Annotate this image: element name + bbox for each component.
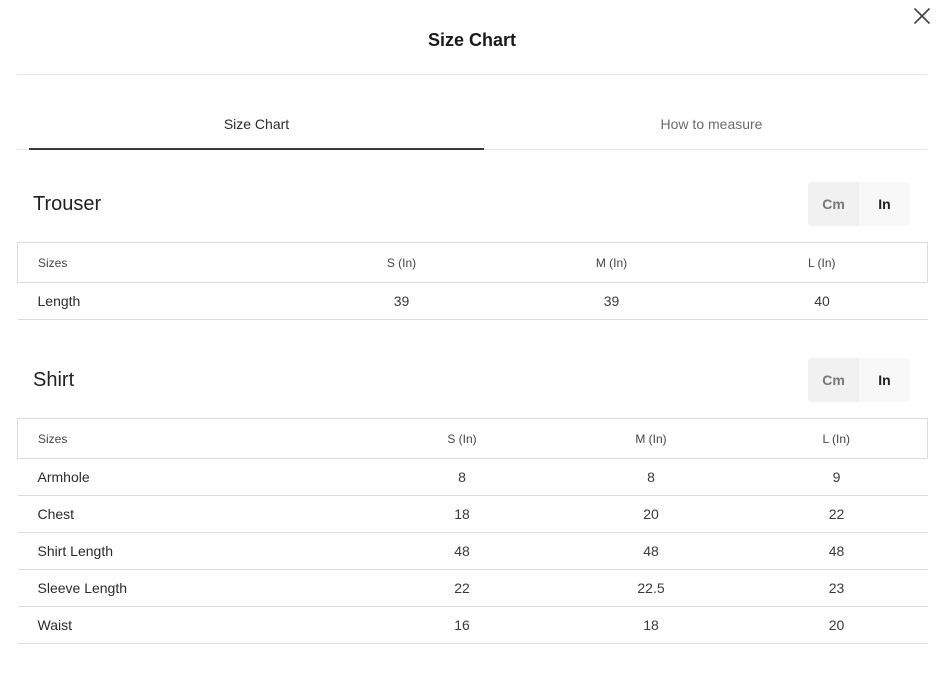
tab-bar: Size Chart How to measure (17, 100, 927, 150)
trouser-title: Trouser (33, 193, 102, 215)
column-header: L (In) (716, 242, 928, 283)
shirt-unit-in-button[interactable]: In (859, 358, 910, 402)
shirt-size-table: Sizes S (In) M (In) L (In) Armhole 8 8 9… (17, 418, 928, 644)
column-header: Sizes (17, 418, 368, 459)
close-icon (913, 7, 931, 25)
table-cell: 48 (556, 532, 746, 570)
table-cell: 40 (716, 282, 928, 320)
table-cell: 22 (745, 495, 928, 533)
shirt-section: Shirt Cm In Sizes S (In) M (In) L (In) A… (17, 358, 928, 658)
modal-title: Size Chart (427, 30, 517, 50)
row-label: Sleeve Length (17, 569, 368, 607)
trouser-unit-cm-button[interactable]: Cm (808, 182, 859, 226)
trouser-unit-in-button[interactable]: In (859, 182, 910, 226)
size-chart-modal: Size Chart Size Chart How to measure Tro… (0, 0, 944, 700)
row-label: Armhole (17, 458, 368, 496)
table-cell: 48 (745, 532, 928, 570)
trouser-size-table: Sizes S (In) M (In) L (In) Length 39 39 … (17, 242, 928, 320)
column-header: Sizes (17, 242, 297, 283)
table-cell: 39 (296, 282, 507, 320)
table-cell: 8 (367, 458, 557, 496)
column-header: L (In) (745, 418, 928, 459)
table-row: Waist 16 18 20 (17, 606, 928, 644)
tab-how-to-measure[interactable]: How to measure (484, 100, 939, 149)
column-header: M (In) (556, 418, 746, 459)
tab-size-chart[interactable]: Size Chart (29, 100, 484, 150)
table-cell: 9 (745, 458, 928, 496)
header-divider (17, 74, 927, 75)
table-row: Shirt Length 48 48 48 (17, 532, 928, 570)
table-cell: 8 (556, 458, 746, 496)
table-cell: 18 (367, 495, 557, 533)
table-cell: 20 (556, 495, 746, 533)
table-row: Armhole 8 8 9 (17, 458, 928, 496)
table-cell: 20 (745, 606, 928, 644)
column-header: S (In) (296, 242, 507, 283)
table-cell: 22.5 (556, 569, 746, 607)
trouser-section: Trouser Cm In Sizes S (In) M (In) L (In)… (17, 182, 928, 322)
table-cell: 22 (367, 569, 557, 607)
table-row: Length 39 39 40 (17, 282, 928, 320)
row-label: Waist (17, 606, 368, 644)
shirt-unit-cm-button[interactable]: Cm (808, 358, 859, 402)
table-header-row: Sizes S (In) M (In) L (In) (17, 242, 928, 283)
table-row: Sleeve Length 22 22.5 23 (17, 569, 928, 607)
table-header-row: Sizes S (In) M (In) L (In) (17, 418, 928, 459)
table-cell: 48 (367, 532, 557, 570)
column-header: M (In) (506, 242, 717, 283)
trouser-unit-toggle: Cm In (808, 182, 910, 226)
table-cell: 18 (556, 606, 746, 644)
table-cell: 16 (367, 606, 557, 644)
shirt-unit-toggle: Cm In (808, 358, 910, 402)
shirt-title: Shirt (33, 369, 75, 391)
row-label: Chest (17, 495, 368, 533)
column-header: S (In) (367, 418, 557, 459)
row-label: Length (17, 282, 297, 320)
table-cell: 23 (745, 569, 928, 607)
table-row: Chest 18 20 22 (17, 495, 928, 533)
row-label: Shirt Length (17, 532, 368, 570)
table-cell: 39 (506, 282, 717, 320)
close-button[interactable] (910, 4, 934, 28)
